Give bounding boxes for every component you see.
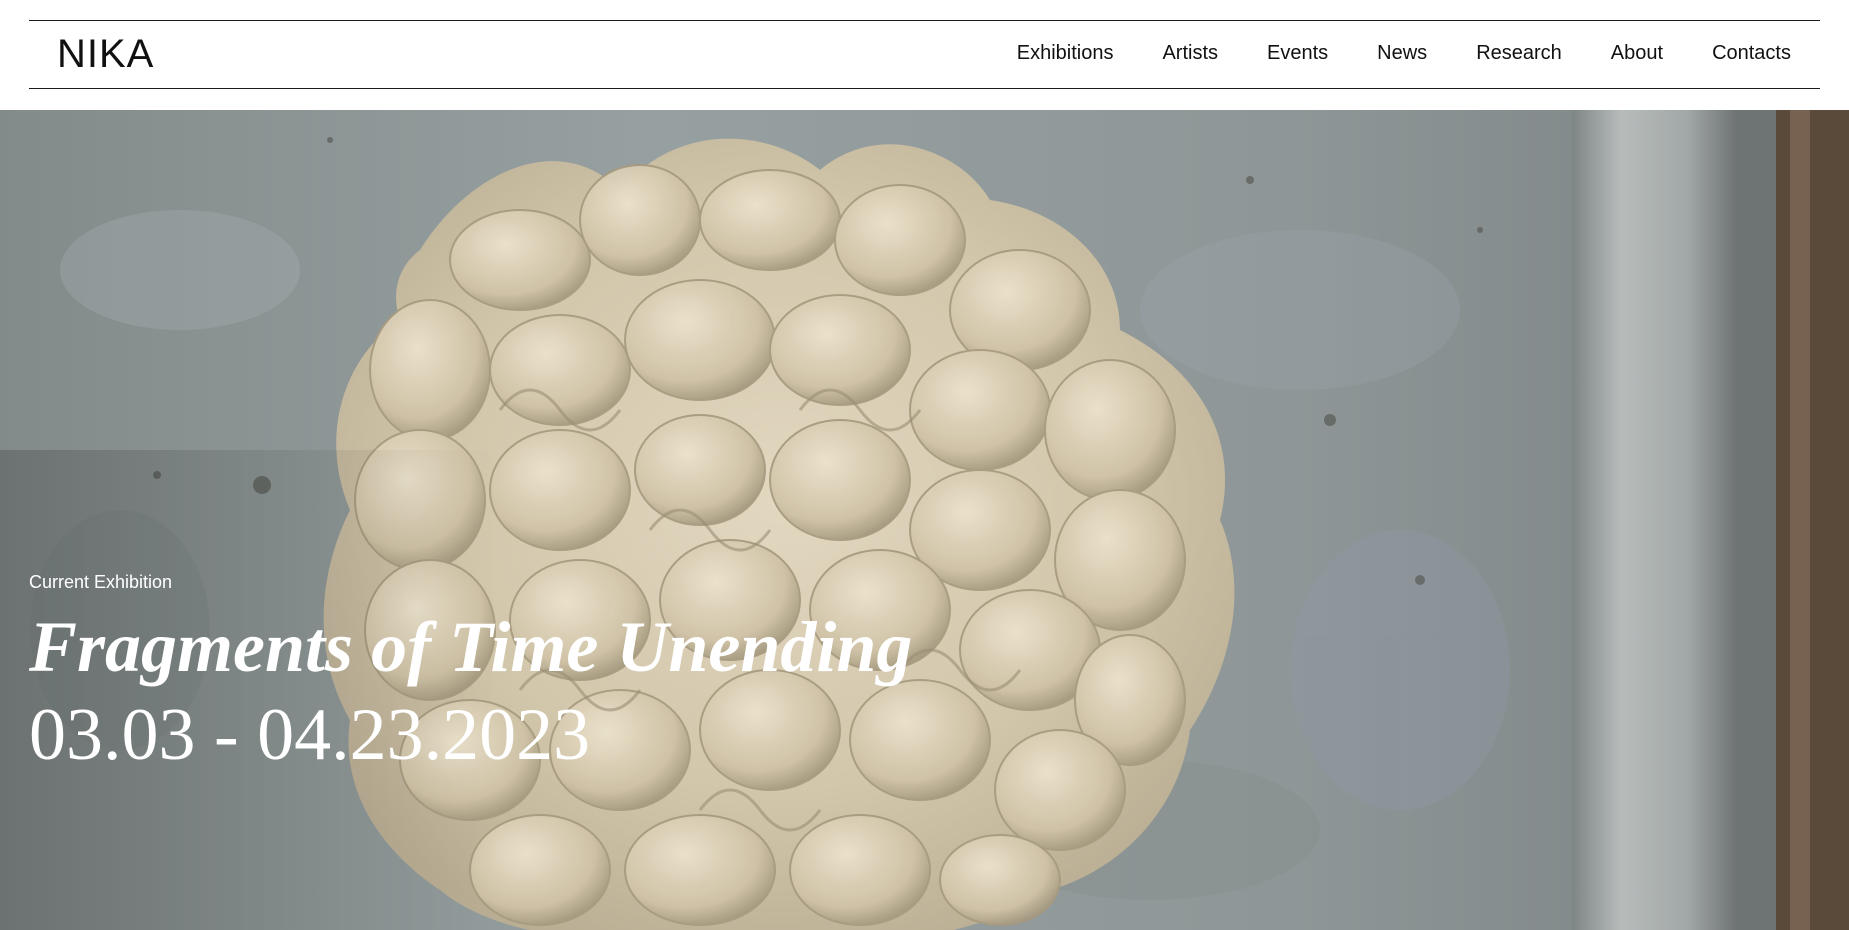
nav-news[interactable]: News	[1377, 39, 1427, 67]
nav-contacts[interactable]: Contacts	[1712, 39, 1791, 67]
exhibition-title[interactable]: Fragments of Time Unending	[29, 604, 912, 690]
nav-research[interactable]: Research	[1476, 39, 1562, 67]
exhibition-dates: 03.03 - 04.23.2023	[29, 694, 591, 776]
nav-exhibitions[interactable]: Exhibitions	[1017, 39, 1114, 67]
nav-events[interactable]: Events	[1267, 39, 1328, 67]
hero-text-block: Current Exhibition Fragments of Time Une…	[29, 570, 912, 780]
nav-artists[interactable]: Artists	[1162, 39, 1218, 67]
header-bottom-rule	[29, 88, 1820, 89]
header-top-rule	[29, 20, 1820, 21]
site-logo[interactable]: NIKA	[57, 32, 154, 76]
hero-label: Current Exhibition	[29, 572, 173, 592]
site-header: NIKA Exhibitions Artists Events News Res…	[0, 0, 1849, 110]
hero-banner[interactable]: Current Exhibition Fragments of Time Une…	[0, 110, 1849, 930]
nav-about[interactable]: About	[1611, 39, 1663, 67]
hero-image	[0, 110, 1849, 930]
main-nav: Exhibitions Artists Events News Research…	[1017, 39, 1791, 67]
